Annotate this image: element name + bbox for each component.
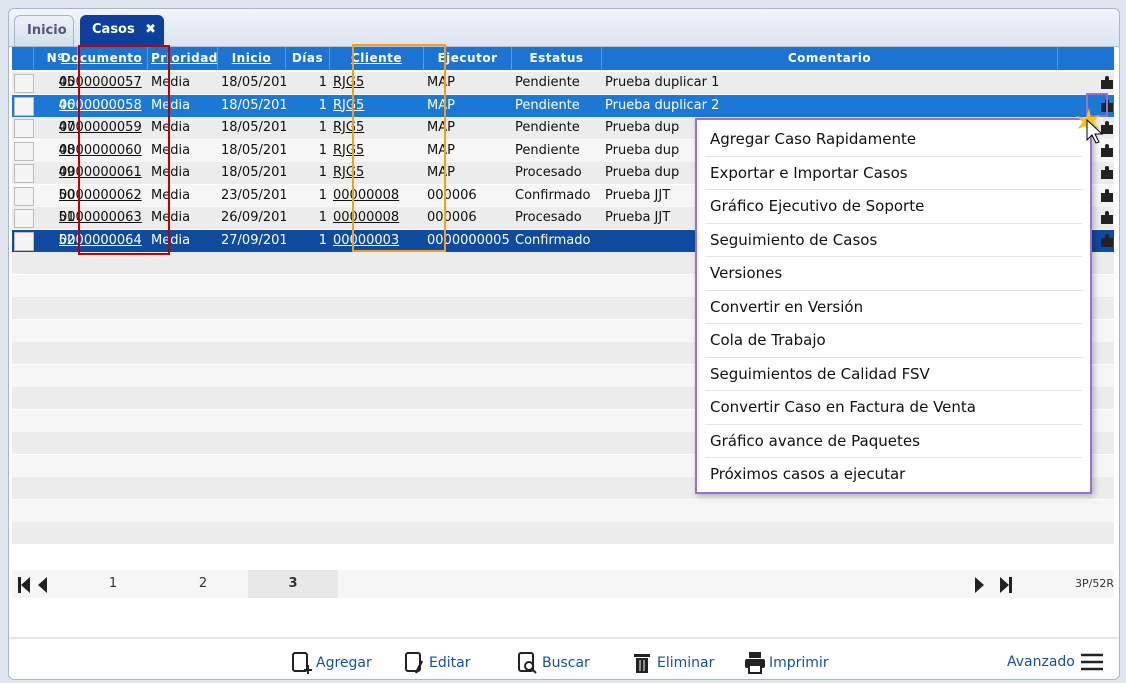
- puzzle-actions-icon[interactable]: [1100, 233, 1114, 248]
- menu-item[interactable]: Próximos casos a ejecutar: [705, 458, 1082, 492]
- cell-coment: Prueba duplicar 1: [605, 75, 720, 90]
- avanzado-button[interactable]: Avanzado: [1007, 651, 1106, 673]
- hamburger-menu-icon: [1080, 653, 1103, 671]
- page-2[interactable]: 2: [158, 570, 248, 598]
- column-header: Días: [286, 47, 330, 70]
- column-header[interactable]: Inicio: [218, 47, 286, 70]
- menu-item[interactable]: Gráfico avance de Paquetes: [705, 425, 1082, 458]
- label: Imprimir: [769, 655, 829, 671]
- cell-inicio: 18/05/2017: [221, 165, 286, 180]
- cell-estatus: Pendiente: [515, 97, 580, 113]
- cell-dias: 1: [318, 97, 327, 113]
- buscar-button[interactable]: Buscar: [517, 651, 590, 675]
- trash-icon: [634, 654, 650, 673]
- menu-item[interactable]: Convertir Caso en Factura de Venta: [705, 391, 1082, 425]
- puzzle-actions-icon[interactable]: [1100, 165, 1114, 180]
- cell-dias: 1: [318, 142, 327, 158]
- menu-item[interactable]: Seguimiento de Casos: [705, 224, 1082, 257]
- cell-inicio: 18/05/2017: [221, 97, 286, 113]
- cell-inicio: 18/05/2017: [221, 142, 286, 158]
- agregar-button[interactable]: Agregar: [291, 651, 372, 675]
- cursor-icon: [1076, 108, 1104, 144]
- cell-dias: 1: [318, 232, 327, 248]
- cell-estatus: Pendiente: [515, 75, 580, 90]
- menu-item[interactable]: Gráfico Ejecutivo de Soporte: [705, 190, 1082, 224]
- cell-dias: 1: [318, 165, 327, 180]
- tab-label: Inicio: [27, 23, 67, 38]
- documento-highlight: [78, 45, 170, 255]
- cell-coment: Prueba duplicar 2: [605, 97, 720, 113]
- menu-item[interactable]: Exportar e Importar Casos: [705, 157, 1082, 190]
- tab-inicio[interactable]: Inicio: [14, 15, 74, 47]
- cell-inicio: 26/09/2017: [221, 210, 286, 225]
- eliminar-button[interactable]: Eliminar: [632, 651, 714, 675]
- search-icon: [518, 652, 537, 674]
- row-checkbox[interactable]: [14, 74, 34, 93]
- page-summary: 3P/52R: [1075, 577, 1114, 590]
- tab-label: Casos: [92, 22, 135, 37]
- pager: 1 2 3 3P/52R: [12, 570, 1114, 598]
- puzzle-actions-icon[interactable]: [1100, 210, 1114, 225]
- puzzle-actions-icon[interactable]: [1100, 75, 1114, 90]
- cell-estatus: Confirmado: [515, 187, 591, 203]
- cell-inicio: 27/09/2017: [221, 232, 286, 248]
- row-checkbox[interactable]: [14, 186, 34, 206]
- label: Buscar: [542, 655, 590, 671]
- cliente-highlight: [352, 44, 446, 252]
- column-header: Estatus: [512, 47, 602, 70]
- row-checkbox[interactable]: [14, 119, 34, 138]
- toolbar: Agregar Editar Buscar Eliminar Imprimir …: [9, 637, 1119, 679]
- page-1[interactable]: 1: [68, 570, 158, 598]
- puzzle-actions-icon[interactable]: [1100, 188, 1114, 203]
- printer-icon: [745, 652, 765, 674]
- cell-estatus: Procesado: [515, 210, 582, 225]
- label: Editar: [429, 655, 471, 671]
- cell-estatus: Procesado: [515, 165, 582, 180]
- label: Agregar: [316, 655, 372, 671]
- imprimir-button[interactable]: Imprimir: [744, 651, 829, 675]
- editar-button[interactable]: Editar: [404, 651, 470, 675]
- cell-dias: 1: [318, 75, 327, 90]
- menu-item[interactable]: Versiones: [705, 257, 1082, 291]
- table-header: Nº Documento Prioridad Inicio Días Cliente Eje…: [12, 47, 1114, 70]
- menu-item[interactable]: Agregar Caso Rapidamente: [705, 123, 1082, 157]
- label: Avanzado: [1007, 654, 1075, 670]
- first-page-icon[interactable]: [18, 576, 58, 594]
- cell-inicio: 18/05/2017: [221, 75, 286, 90]
- menu-item[interactable]: Seguimientos de Calidad FSV: [705, 358, 1082, 391]
- row-checkbox[interactable]: [14, 164, 34, 183]
- empty-row: [12, 499, 1114, 522]
- cell-dias: 1: [318, 120, 327, 135]
- tab-bar: Inicio Casos ✖: [9, 9, 1119, 47]
- label: Eliminar: [657, 655, 715, 671]
- cell-estatus: Confirmado: [515, 232, 591, 248]
- column-header-select: [12, 47, 34, 70]
- row-checkbox[interactable]: [14, 96, 34, 116]
- cell-inicio: 18/05/2017: [221, 120, 286, 135]
- cell-estatus: Pendiente: [515, 120, 580, 135]
- add-doc-icon: [292, 652, 312, 674]
- menu-item[interactable]: Convertir en Versión: [705, 291, 1082, 324]
- column-header: Comentario: [602, 47, 1058, 70]
- tab-casos[interactable]: Casos ✖: [80, 15, 164, 47]
- menu-item[interactable]: Cola de Trabajo: [705, 324, 1082, 358]
- table-row[interactable]: 460000000058Media18/05/20171RJG5MAPPendi…: [12, 94, 1114, 117]
- cell-estatus: Pendiente: [515, 142, 580, 158]
- page-3-current[interactable]: 3: [248, 570, 338, 598]
- empty-row: [12, 522, 1114, 544]
- row-checkbox[interactable]: [14, 209, 34, 228]
- context-menu: Agregar Caso Rapidamente Exportar e Impor…: [695, 118, 1092, 494]
- edit-icon: [405, 652, 424, 674]
- cell-dias: 1: [318, 187, 327, 203]
- row-checkbox[interactable]: [14, 141, 34, 161]
- row-checkbox[interactable]: [14, 231, 34, 251]
- table-row[interactable]: 450000000057Media18/05/20171RJG5MAPPendi…: [12, 72, 1114, 94]
- cell-dias: 1: [318, 210, 327, 225]
- cell-inicio: 23/05/2017: [221, 187, 286, 203]
- last-page-icon[interactable]: [974, 576, 1014, 594]
- close-icon[interactable]: ✖: [145, 15, 156, 45]
